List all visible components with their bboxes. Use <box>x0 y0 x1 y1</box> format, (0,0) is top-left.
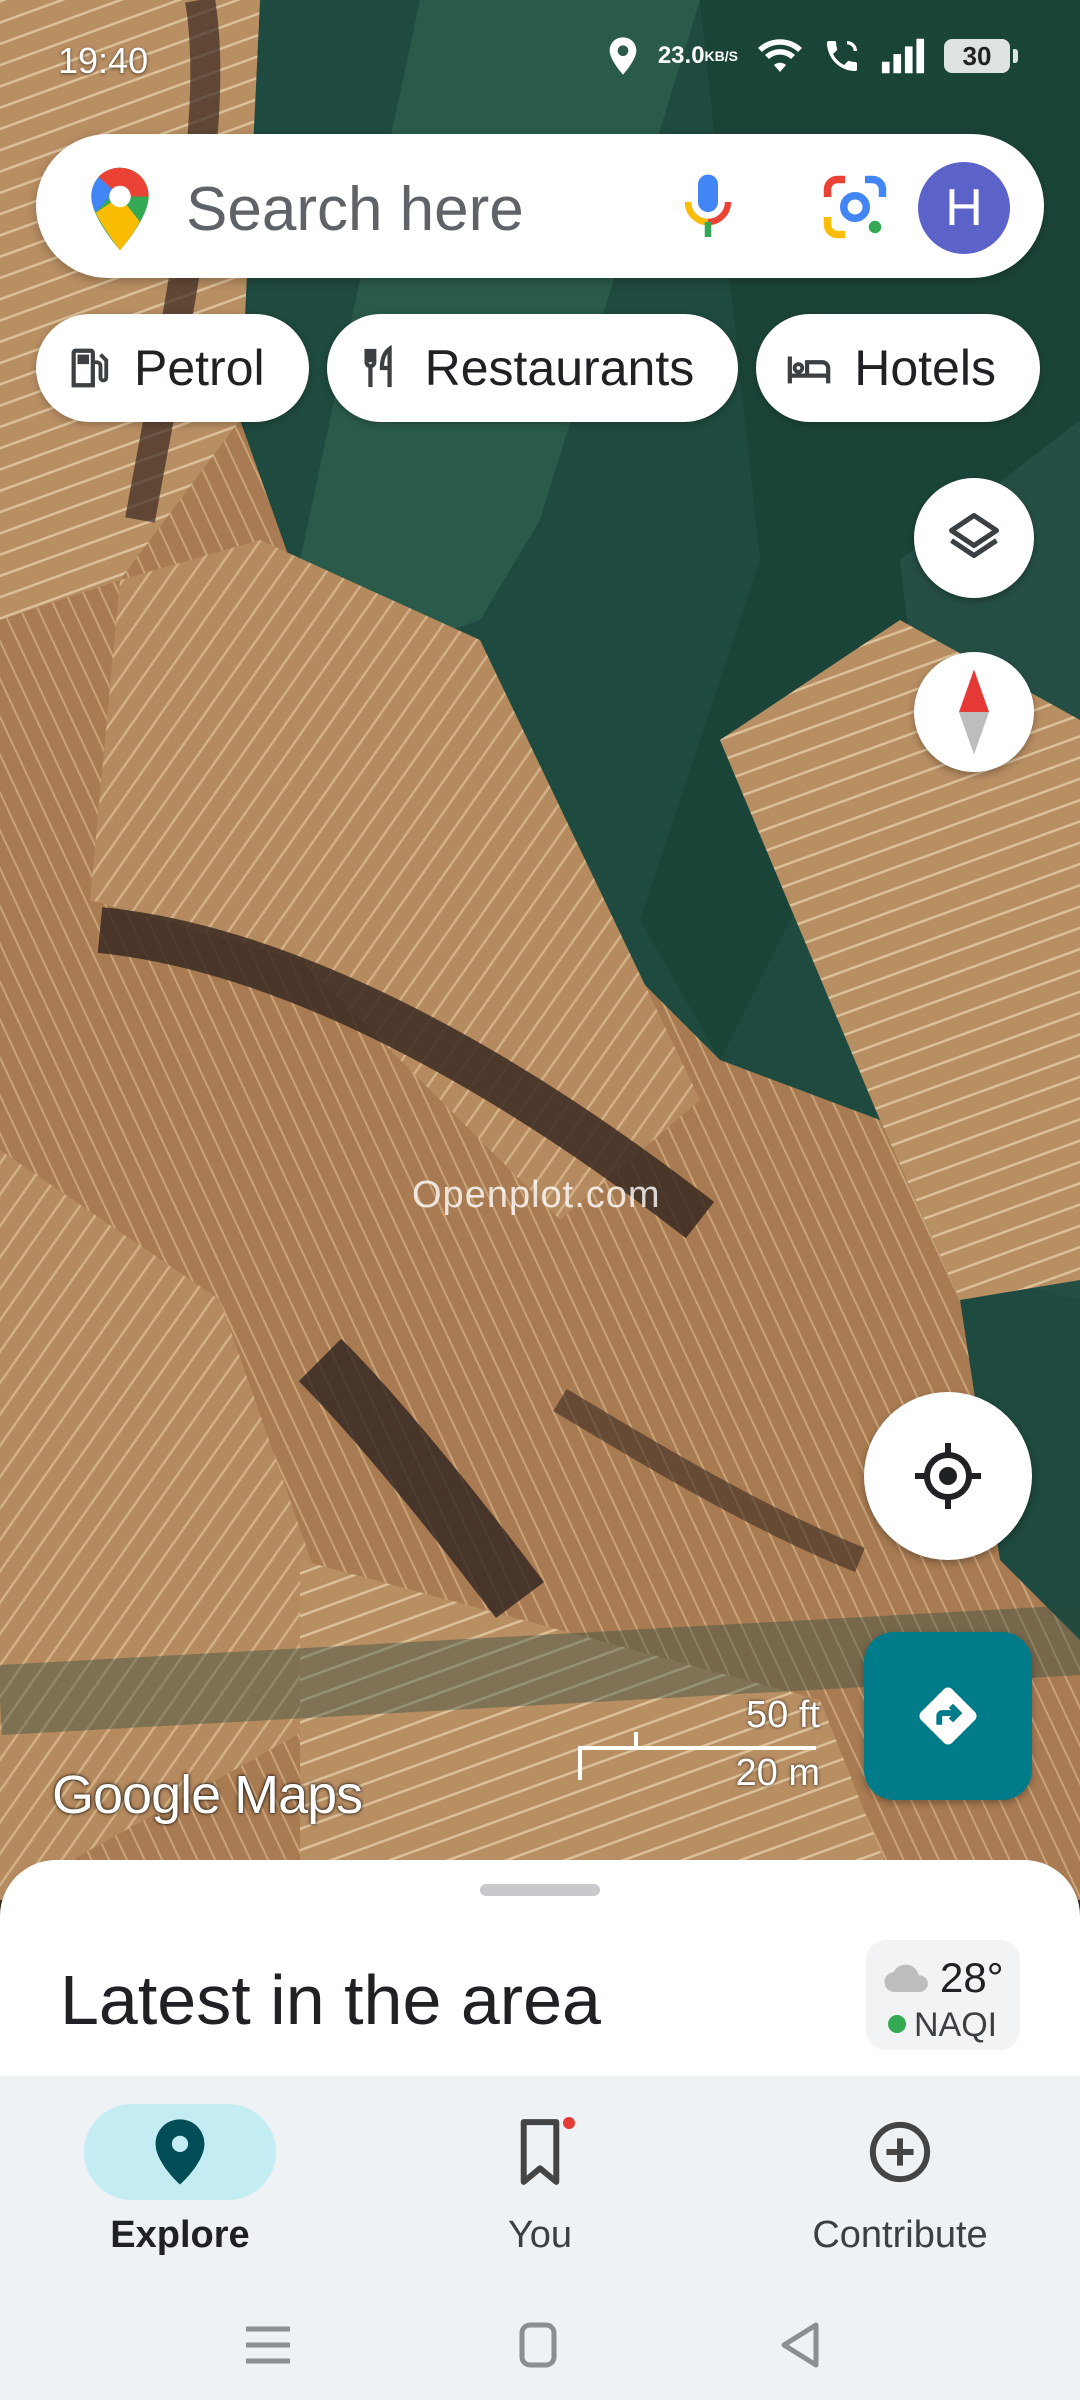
fork-knife-icon <box>364 345 392 388</box>
status-bar: 19:40 23.0 KB/S 30 <box>0 0 1080 120</box>
aqi-status-dot <box>888 2015 906 2033</box>
network-speed-unit: KB/S <box>704 48 738 64</box>
network-speed-value: 23.0 <box>657 42 705 69</box>
nav-label: Contribute <box>812 2214 988 2256</box>
system-navigation-bar <box>0 2290 1080 2400</box>
map-watermark: Openplot.com <box>412 1174 661 1216</box>
directions-icon <box>919 1687 977 1745</box>
satellite-imagery <box>0 0 1080 1900</box>
bed-icon <box>787 356 831 384</box>
weather-card[interactable]: 28° NAQI <box>866 1940 1020 2050</box>
google-maps-logo: Google Maps <box>52 1765 363 1825</box>
avatar[interactable]: H <box>918 162 1010 254</box>
chip-label: Restaurants <box>424 340 695 396</box>
compass-icon <box>959 669 989 755</box>
fuel-pump-icon <box>71 348 109 388</box>
search-bar[interactable]: Search here H <box>36 134 1044 278</box>
category-chips: Petrol Restaurants Hotels <box>36 314 1040 422</box>
chip-petrol[interactable]: Petrol <box>36 314 309 422</box>
location-icon <box>606 36 640 76</box>
cloud-icon <box>884 1964 928 1993</box>
google-lens-icon[interactable] <box>820 172 890 242</box>
back-icon[interactable] <box>772 2320 832 2370</box>
scale-meters: 20 m <box>735 1752 820 1794</box>
weather-temperature: 28° <box>940 1954 1004 2001</box>
status-time: 19:40 <box>58 40 149 81</box>
wifi-call-icon <box>822 36 862 76</box>
battery-icon: 30 <box>944 39 1018 73</box>
layers-button[interactable] <box>914 478 1034 598</box>
layers-icon <box>949 513 999 558</box>
satellite-map[interactable] <box>0 0 1080 1900</box>
chip-hotels[interactable]: Hotels <box>756 314 1040 422</box>
sheet-title: Latest in the area <box>60 1961 601 2039</box>
scale-feet: 50 ft <box>746 1694 820 1736</box>
chip-label: Petrol <box>134 340 265 396</box>
nav-explore[interactable]: Explore <box>0 2090 360 2280</box>
signal-icon <box>880 36 926 76</box>
bottom-navigation: Explore You Contribute <box>0 2076 1080 2290</box>
google-maps-pin-icon <box>91 167 149 251</box>
map-scale: 50 ft 20 m <box>576 1690 820 1800</box>
directions-button[interactable] <box>864 1632 1032 1800</box>
network-speed: 23.0 KB/S <box>657 42 738 69</box>
drag-handle[interactable] <box>480 1884 600 1896</box>
home-icon[interactable] <box>508 2320 568 2370</box>
nav-contribute[interactable]: Contribute <box>720 2090 1080 2280</box>
notification-dot <box>560 2114 578 2132</box>
bottom-sheet[interactable]: Latest in the area 28° NAQI <box>0 1860 1080 2080</box>
nav-label: Explore <box>110 2214 250 2256</box>
nav-you[interactable]: You <box>360 2090 720 2280</box>
chip-restaurants[interactable]: Restaurants <box>326 314 739 422</box>
status-icons: 23.0 KB/S 30 <box>606 36 1018 76</box>
recents-menu-icon[interactable] <box>238 2320 298 2370</box>
my-location-button[interactable] <box>864 1392 1032 1560</box>
microphone-icon[interactable] <box>678 172 738 242</box>
aqi-label: NAQI <box>914 2006 998 2044</box>
location-pin-icon <box>155 2119 205 2185</box>
add-circle-icon <box>869 2121 931 2183</box>
wifi-icon <box>756 36 804 76</box>
nav-label: You <box>507 2214 573 2256</box>
chip-label: Hotels <box>854 340 996 396</box>
compass-button[interactable] <box>914 652 1034 772</box>
my-location-icon <box>915 1443 981 1509</box>
search-input[interactable]: Search here <box>186 174 524 245</box>
